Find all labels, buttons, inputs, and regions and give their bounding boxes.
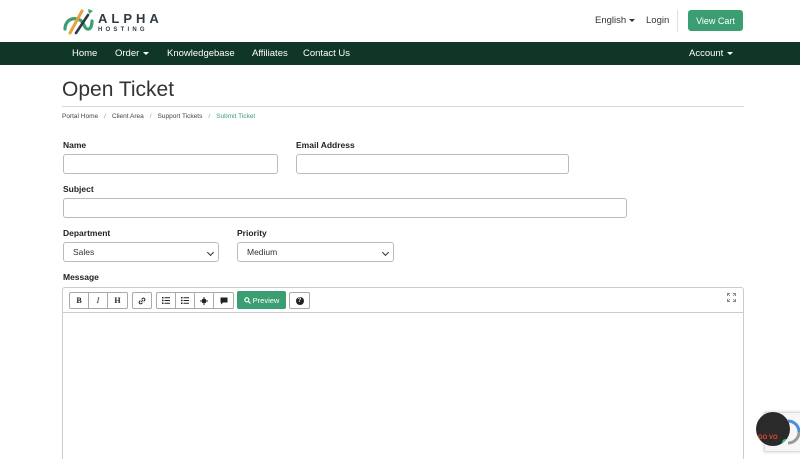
chat-avatar[interactable]: GO VO <box>756 412 790 446</box>
breadcrumb-separator: / <box>208 113 211 120</box>
nav-item-account[interactable]: Account <box>689 42 734 65</box>
ordered-list-icon <box>181 297 189 304</box>
quote-button[interactable] <box>213 292 234 309</box>
language-selector[interactable]: English <box>595 15 636 26</box>
priority-select[interactable]: Medium <box>237 242 394 262</box>
email-field[interactable] <box>296 154 569 174</box>
department-label: Department <box>63 228 111 238</box>
subject-label: Subject <box>63 184 94 194</box>
fullscreen-icon[interactable] <box>727 293 736 302</box>
alpha-logo-icon <box>63 9 94 35</box>
chevron-down-icon <box>206 248 215 257</box>
nav-contact-label: Contact Us <box>303 48 350 59</box>
chevron-down-icon <box>381 248 390 257</box>
breadcrumb-current: Submit Ticket <box>216 113 256 120</box>
link-icon <box>138 297 146 304</box>
login-link[interactable]: Login <box>646 15 669 26</box>
nav-knowledgebase-label: Knowledgebase <box>167 48 235 59</box>
department-select[interactable]: Sales <box>63 242 219 262</box>
message-textarea[interactable] <box>63 313 743 459</box>
search-icon <box>243 296 251 304</box>
bold-icon: B <box>76 296 82 305</box>
page-title: Open Ticket <box>62 78 175 101</box>
editor-toolbar: B I H Preview ? <box>63 288 743 313</box>
breadcrumb: Portal Home / Client Area / Support Tick… <box>62 113 255 120</box>
logo-wordmark: ALPHA HOSTING <box>98 12 163 33</box>
image-button[interactable] <box>194 292 214 309</box>
nav-item-contact[interactable]: Contact Us <box>303 42 350 65</box>
header-divider <box>677 10 678 32</box>
message-label: Message <box>63 272 99 282</box>
priority-value: Medium <box>247 247 278 257</box>
help-button[interactable]: ? <box>289 292 310 309</box>
help-icon: ? <box>295 296 304 305</box>
view-cart-button[interactable]: View Cart <box>688 10 743 31</box>
nav-home-label: Home <box>72 48 98 59</box>
preview-button[interactable]: Preview <box>237 291 286 309</box>
nav-item-affiliates[interactable]: Affiliates <box>252 42 288 65</box>
quote-icon <box>220 297 227 304</box>
subject-field[interactable] <box>63 198 627 218</box>
message-editor[interactable]: B I H Preview ? <box>62 287 744 459</box>
nav-item-home[interactable]: Home <box>72 42 97 65</box>
priority-label: Priority <box>237 228 267 238</box>
nav-affiliates-label: Affiliates <box>252 48 288 59</box>
unordered-list-button[interactable] <box>156 292 176 309</box>
breadcrumb-support-tickets[interactable]: Support Tickets <box>158 113 203 120</box>
breadcrumb-portal-home[interactable]: Portal Home <box>62 113 98 120</box>
name-field[interactable] <box>63 154 278 174</box>
department-value: Sales <box>73 247 95 257</box>
chevron-down-icon <box>629 19 636 22</box>
chevron-down-icon <box>143 52 150 55</box>
name-label: Name <box>63 140 87 150</box>
chat-badge-text: GO VO <box>758 435 778 441</box>
bold-button[interactable]: B <box>69 292 89 309</box>
preview-label: Preview <box>252 295 280 305</box>
logo-name: ALPHA <box>98 10 163 26</box>
nav-order-label: Order <box>115 48 140 59</box>
nav-item-knowledgebase[interactable]: Knowledgebase <box>167 42 235 65</box>
title-divider <box>62 106 744 107</box>
chevron-down-icon <box>727 52 734 55</box>
logo-tagline: HOSTING <box>98 26 148 33</box>
ordered-list-button[interactable] <box>175 292 195 309</box>
heading-button[interactable]: H <box>107 292 128 309</box>
breadcrumb-separator: / <box>104 113 106 120</box>
online-status-icon <box>782 439 789 446</box>
image-icon <box>200 296 208 305</box>
link-button[interactable] <box>132 292 152 309</box>
top-header: ALPHA HOSTING English Login View Cart <box>0 0 800 42</box>
unordered-list-icon <box>162 297 170 304</box>
main-navbar: Home Order Knowledgebase Affiliates Cont… <box>0 42 800 65</box>
site-logo[interactable]: ALPHA HOSTING <box>62 6 163 38</box>
italic-icon: I <box>96 296 100 305</box>
breadcrumb-separator: / <box>149 113 152 120</box>
language-label: English <box>595 15 627 26</box>
nav-account-label: Account <box>689 48 724 59</box>
nav-item-order[interactable]: Order <box>115 42 150 65</box>
email-label: Email Address <box>296 140 355 150</box>
breadcrumb-client-area[interactable]: Client Area <box>112 113 144 120</box>
italic-button[interactable]: I <box>88 292 108 309</box>
heading-icon: H <box>114 296 121 305</box>
